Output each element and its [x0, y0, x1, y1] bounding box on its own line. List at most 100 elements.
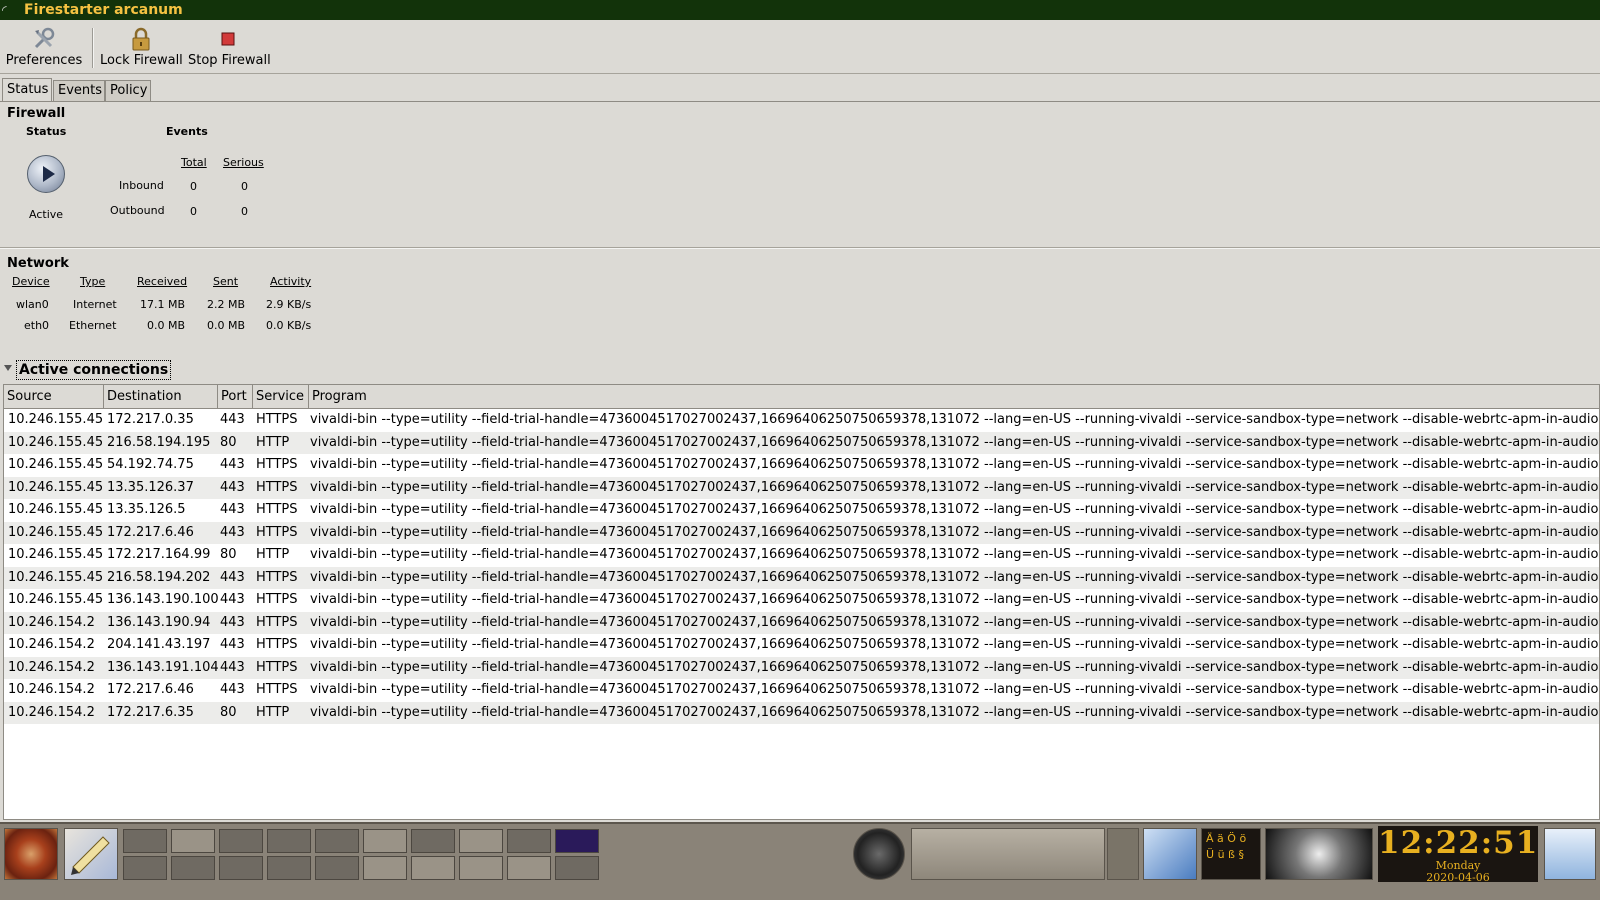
connection-row[interactable]: 10.246.155.45 172.217.0.35 443 HTTPS vivaldi…	[4, 409, 1599, 432]
lock-firewall-button[interactable]: Lock Firewall	[100, 24, 183, 72]
seal-icon[interactable]	[853, 828, 905, 880]
network-col-sent: Sent	[213, 275, 239, 288]
special-char[interactable]: Ö	[1227, 832, 1236, 845]
connection-row[interactable]: 10.246.155.45 172.217.164.99 80 HTTP vivaldi…	[4, 544, 1599, 567]
connection-source: 10.246.154.2	[8, 682, 95, 697]
clock[interactable]: 12:22:51 Monday 2020-04-06	[1378, 826, 1538, 884]
network-col-device: Device	[12, 275, 50, 288]
special-char[interactable]: ß	[1228, 848, 1235, 861]
tab-events[interactable]: Events	[53, 80, 105, 102]
col-service[interactable]: Service	[253, 385, 309, 409]
text-editor-icon[interactable]	[64, 828, 118, 880]
special-char[interactable]: ö	[1239, 832, 1246, 845]
col-source[interactable]: Source	[4, 385, 104, 409]
connection-destination: 172.217.164.99	[107, 547, 211, 562]
connection-service: HTTPS	[256, 659, 298, 675]
system-tray[interactable]	[911, 828, 1105, 880]
connection-destination: 136.143.191.104	[107, 659, 219, 675]
tray-controls[interactable]	[1107, 828, 1139, 880]
firewall-heading: Firewall	[7, 106, 66, 121]
window-menu-icon[interactable]: ◜	[2, 3, 16, 17]
taskbar-app-icon[interactable]	[123, 856, 167, 880]
connection-row[interactable]: 10.246.154.2 136.143.191.104 443 HTTPS vival…	[4, 656, 1600, 679]
connection-source: 10.246.154.2	[8, 614, 95, 630]
connection-source: 10.246.155.45	[8, 524, 104, 540]
taskbar-app-icon[interactable]	[507, 829, 551, 853]
taskbar-app-icon[interactable]	[315, 856, 359, 880]
preferences-label: Preferences	[5, 53, 83, 68]
connection-row[interactable]: 10.246.154.2 172.217.6.46 443 HTTPS vivaldi-…	[4, 679, 1599, 702]
connections-header: Source Destination Port Service Program	[4, 385, 1599, 409]
title-bar[interactable]: ◜ Firestarter arcanum	[0, 0, 1600, 20]
taskbar-app-icon[interactable]	[411, 829, 455, 853]
tab-status[interactable]: Status	[2, 78, 52, 102]
special-char[interactable]: Ä	[1206, 832, 1214, 845]
taskbar-app-icon[interactable]	[219, 829, 263, 853]
network-received: 0.0 MB	[147, 319, 186, 332]
firestarter-task-icon[interactable]	[555, 829, 599, 853]
connection-destination: 172.217.6.46	[107, 682, 194, 697]
connection-program: vivaldi-bin --type=utility --field-trial…	[310, 659, 1600, 675]
trash-icon[interactable]	[1544, 828, 1596, 880]
col-program[interactable]: Program	[309, 385, 1599, 409]
taskbar-app-icon[interactable]	[267, 829, 311, 853]
preferences-button[interactable]: Preferences	[4, 24, 84, 72]
connection-row[interactable]: 10.246.154.2 172.217.6.35 80 HTTP vivaldi-bi…	[4, 701, 1599, 724]
connection-row[interactable]: 10.246.155.45 216.58.194.202 443 HTTPS vival…	[4, 566, 1599, 589]
keyboard-chars-panel[interactable]: Ä ä Ö ö Ü ü ß §	[1201, 828, 1261, 880]
connection-port: 443	[220, 592, 245, 607]
connection-port: 80	[220, 704, 237, 720]
special-char[interactable]: ä	[1217, 832, 1224, 845]
connection-program: vivaldi-bin --type=utility --field-trial…	[310, 524, 1600, 540]
lock-firewall-label: Lock Firewall	[100, 53, 183, 68]
connection-row[interactable]: 10.246.155.45 172.217.6.46 443 HTTPS vivaldi…	[4, 521, 1600, 544]
notebook-tabs: Status Events Policy	[0, 78, 1600, 102]
connection-service: HTTPS	[256, 479, 298, 495]
world-map-icon[interactable]	[1265, 828, 1373, 880]
connection-row[interactable]: 10.246.155.45 216.58.194.195 80 HTTP vivaldi…	[4, 431, 1599, 454]
taskbar-app-icon[interactable]	[411, 856, 455, 880]
col-port[interactable]: Port	[218, 385, 253, 409]
taskbar-app-icon[interactable]	[171, 829, 215, 853]
stop-firewall-button[interactable]: Stop Firewall	[188, 24, 271, 72]
start-menu-icon[interactable]	[4, 828, 58, 880]
connections-table[interactable]: Source Destination Port Service Program …	[3, 384, 1600, 820]
taskbar-app-icon[interactable]	[507, 856, 551, 880]
taskbar-app-icon[interactable]	[123, 829, 167, 853]
network-sent: 2.2 MB	[207, 298, 246, 311]
connection-row[interactable]: 10.246.154.2 204.141.43.197 443 HTTPS vivald…	[4, 634, 1599, 657]
taskbar-app-icon[interactable]	[555, 856, 599, 880]
folder-icon[interactable]	[1143, 828, 1197, 880]
connection-service: HTTP	[256, 547, 290, 562]
tab-policy[interactable]: Policy	[105, 80, 151, 102]
connection-source: 10.246.155.45	[8, 502, 104, 517]
col-destination[interactable]: Destination	[104, 385, 218, 409]
connection-service: HTTPS	[256, 614, 298, 630]
special-char[interactable]: Ü	[1206, 848, 1214, 861]
taskbar-app-icon[interactable]	[267, 856, 311, 880]
toolbar-separator	[92, 28, 94, 68]
taskbar-app-icon[interactable]	[363, 829, 407, 853]
taskbar-app-icon[interactable]	[363, 856, 407, 880]
firewall-active-icon	[27, 155, 65, 193]
events-row-label: Outbound	[110, 204, 165, 217]
special-char[interactable]: §	[1238, 848, 1244, 861]
connection-service: HTTP	[256, 704, 290, 720]
events-col-serious: Serious	[223, 156, 264, 169]
taskbar-app-icon[interactable]	[315, 829, 359, 853]
taskbar-app-icon[interactable]	[219, 856, 263, 880]
taskbar-app-icon[interactable]	[171, 856, 215, 880]
connection-row[interactable]: 10.246.155.45 136.143.190.100 443 HTTPS viva…	[4, 589, 1599, 612]
connection-destination: 172.217.0.35	[107, 412, 194, 427]
connection-row[interactable]: 10.246.155.45 13.35.126.37 443 HTTPS vivaldi…	[4, 476, 1599, 499]
connection-row[interactable]: 10.246.155.45 54.192.74.75 443 HTTPS vivaldi…	[4, 454, 1599, 477]
connection-destination: 216.58.194.202	[107, 569, 211, 585]
special-char[interactable]: ü	[1218, 848, 1225, 861]
taskbar-app-icon[interactable]	[459, 856, 503, 880]
connection-row[interactable]: 10.246.154.2 136.143.190.94 443 HTTPS vivald…	[4, 611, 1599, 634]
connection-port: 443	[220, 659, 245, 675]
connection-source: 10.246.154.2	[8, 704, 95, 720]
taskbar-app-icon[interactable]	[459, 829, 503, 853]
connection-service: HTTPS	[256, 412, 298, 427]
connection-row[interactable]: 10.246.155.45 13.35.126.5 443 HTTPS vivaldi-…	[4, 499, 1599, 522]
